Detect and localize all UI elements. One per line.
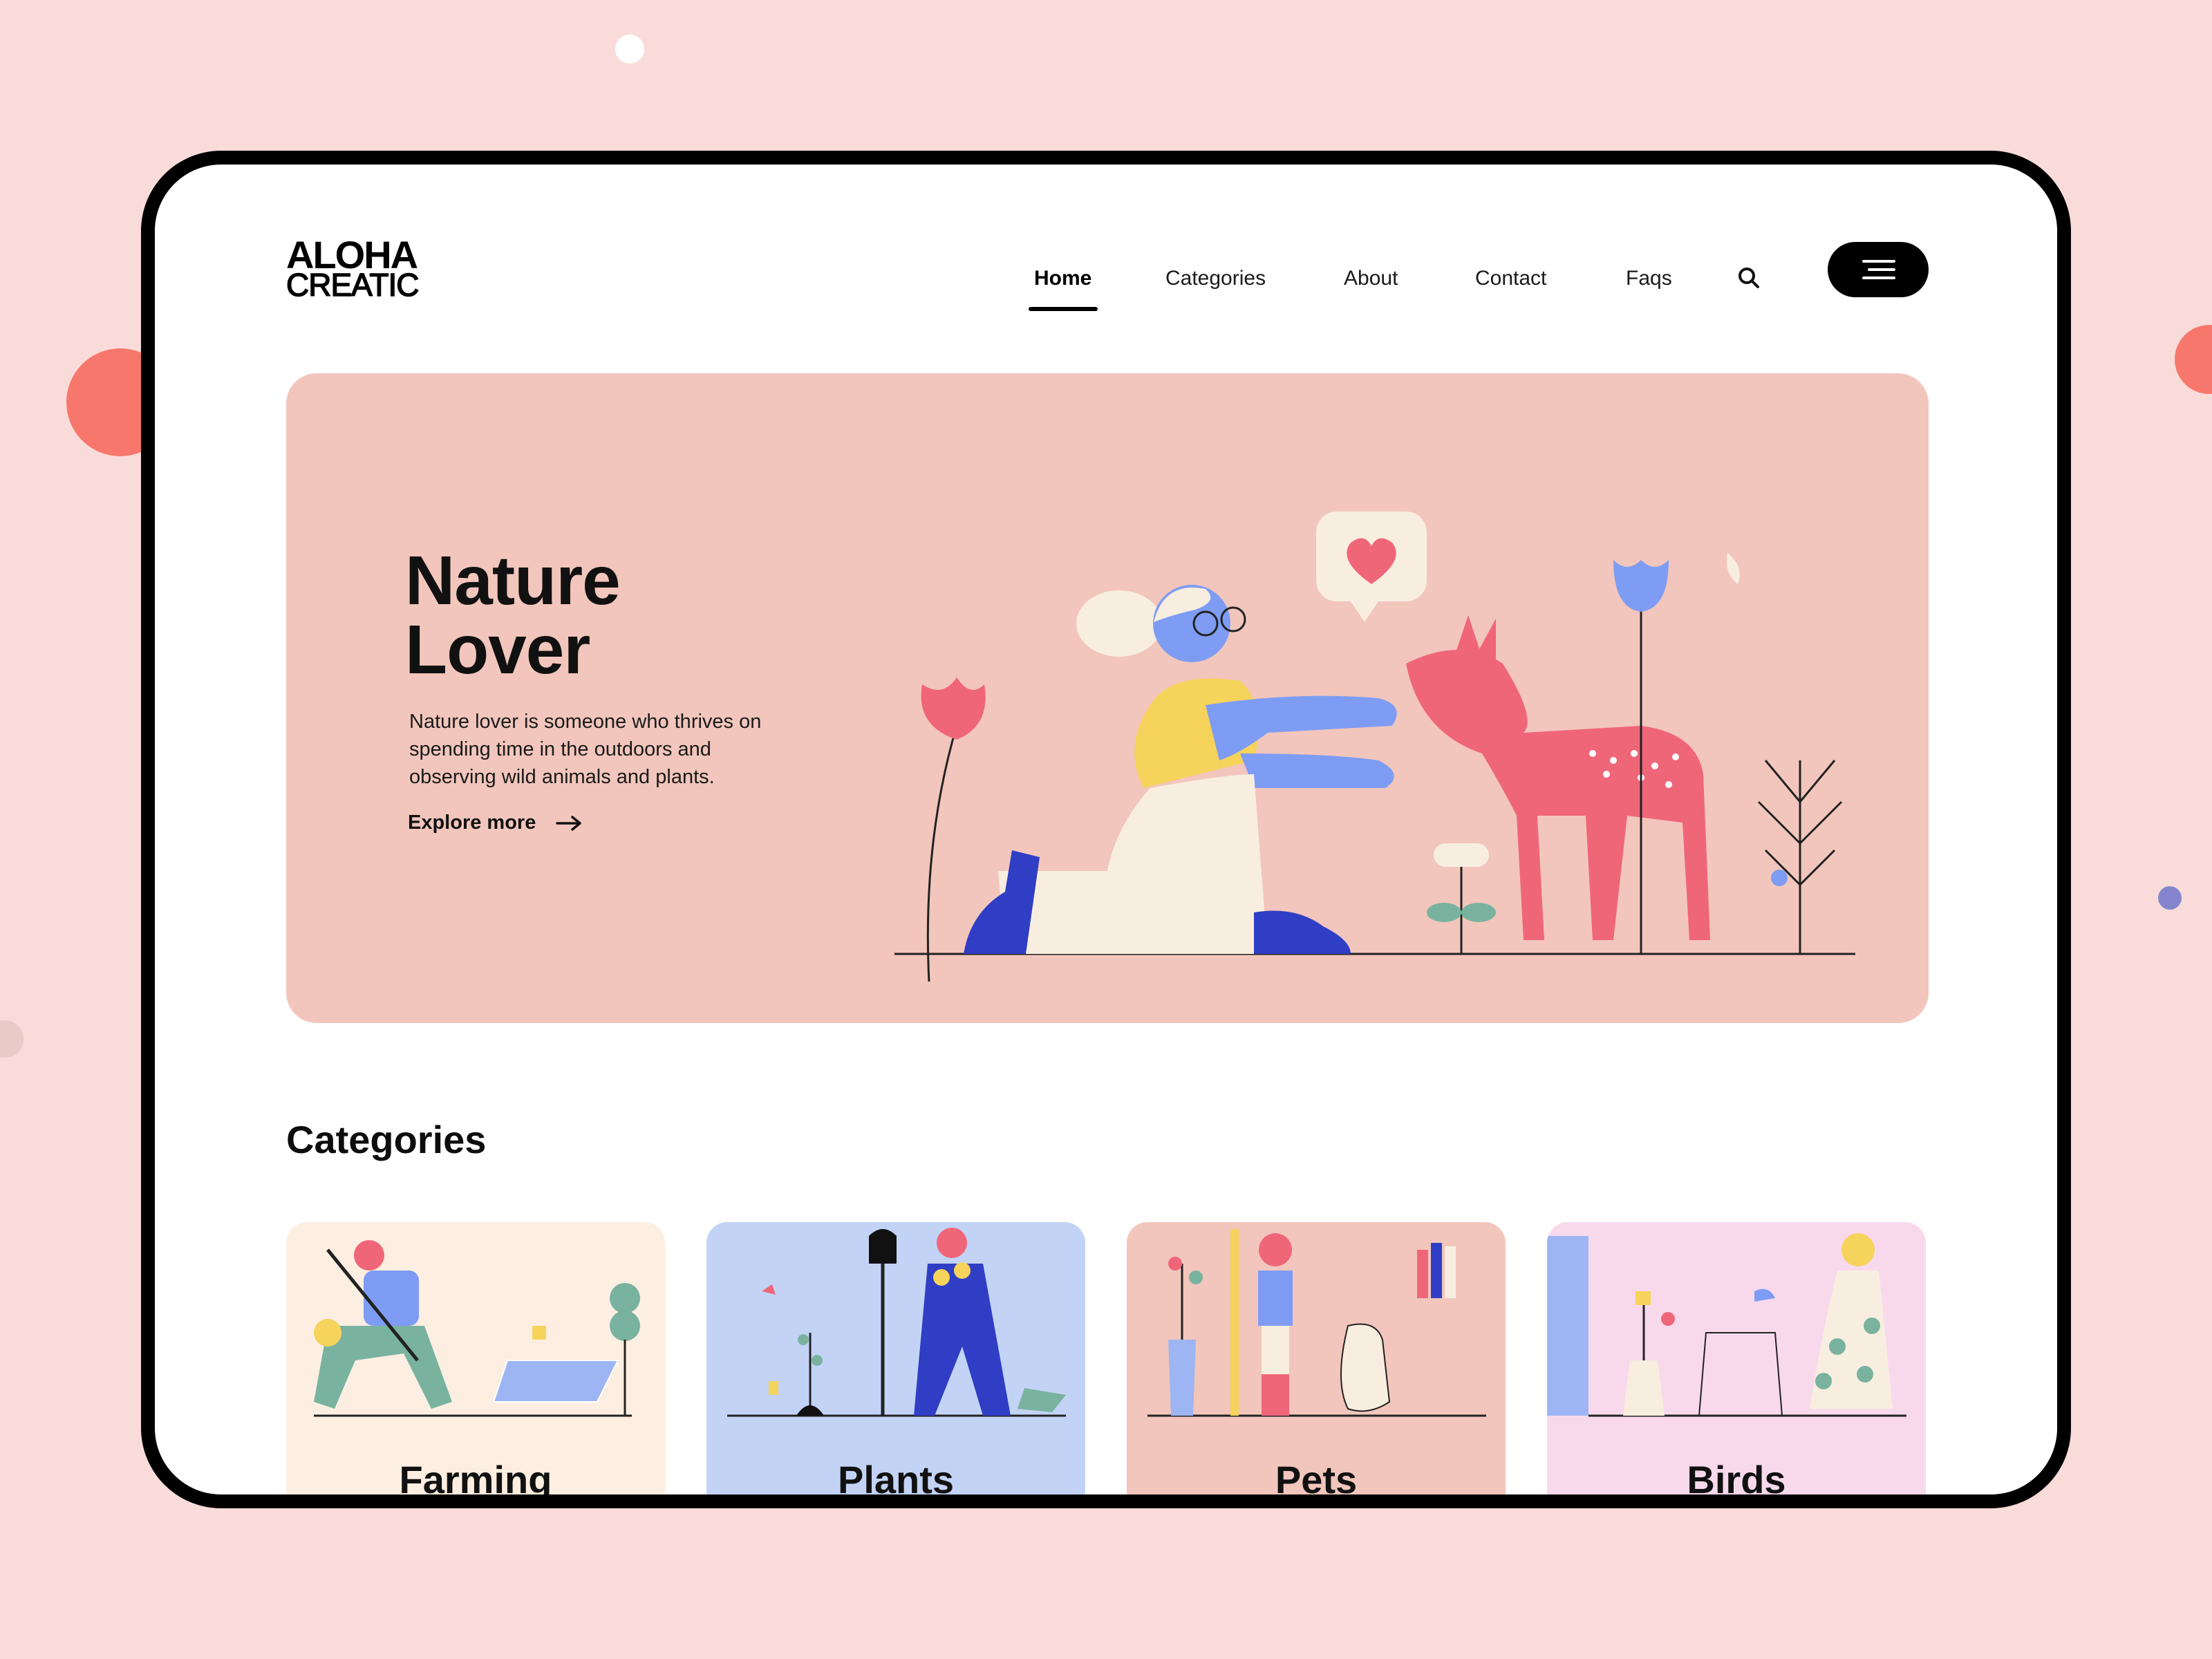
hero-title-line1: Nature (405, 542, 621, 619)
hero-banner: Nature Lover Nature lover is someone who… (286, 373, 1929, 1023)
explore-more-link[interactable]: Explore more (408, 812, 583, 834)
category-label: Pets (1275, 1458, 1358, 1494)
nav-item-home[interactable]: Home (1034, 267, 1091, 290)
hero-description: Nature lover is someone who thrives on s… (409, 711, 762, 788)
category-card-farming[interactable]: Farming (286, 1222, 665, 1494)
plants-illustration (727, 1228, 1066, 1417)
hero-title: Nature Lover (405, 546, 751, 684)
categories-heading: Categories (286, 1118, 487, 1161)
search-button[interactable] (1735, 264, 1763, 292)
nav-item-faqs[interactable]: Faqs (1626, 267, 1672, 290)
page: ALOHA CREATIC Home Categories About Cont… (0, 0, 2212, 1659)
arrow-right-icon (556, 815, 582, 831)
tulip-stem (926, 725, 958, 982)
nav-active-indicator (1029, 307, 1098, 311)
decor-dot (0, 1020, 24, 1058)
nature-lover-illustration (894, 512, 1855, 982)
category-card-pets[interactable]: Pets (1127, 1222, 1506, 1494)
search-icon (1738, 268, 1759, 288)
pets-illustration (1147, 1229, 1486, 1417)
decor-dot (2175, 325, 2212, 394)
butterfly (1727, 553, 1740, 584)
decor-dot (2158, 886, 2182, 910)
hair-bun (1076, 590, 1162, 657)
fern (1757, 760, 1843, 954)
menu-button[interactable] (1828, 242, 1929, 297)
nav-item-categories[interactable]: Categories (1165, 267, 1266, 290)
woman-arm (1206, 695, 1397, 760)
logo-line2: CREATIC (285, 267, 420, 303)
category-card-plants[interactable]: Plants (706, 1222, 1085, 1494)
woman-legs (1103, 774, 1268, 954)
category-label: Plants (837, 1458, 955, 1494)
hero-title-line2: Lover (405, 611, 590, 688)
hamburger-menu-icon (1862, 260, 1895, 279)
tablet-frame: ALOHA CREATIC Home Categories About Cont… (141, 151, 2071, 1508)
nav-item-about[interactable]: About (1344, 267, 1398, 290)
blue-flower (1613, 560, 1669, 612)
explore-more-label: Explore more (408, 812, 536, 834)
nav-item-contact[interactable]: Contact (1475, 267, 1546, 290)
blue-boot (1254, 910, 1351, 954)
birds-illustration (1547, 1233, 1906, 1417)
category-label: Farming (399, 1458, 552, 1494)
brand-logo[interactable]: ALOHA CREATIC (285, 236, 420, 303)
farming-illustration (314, 1240, 640, 1417)
category-card-birds[interactable]: Birds (1547, 1222, 1926, 1494)
deer (1406, 650, 1710, 940)
decor-dot (615, 35, 644, 64)
tulip-flower (921, 677, 986, 740)
website-screen: ALOHA CREATIC Home Categories About Cont… (155, 165, 2057, 1494)
category-label: Birds (1687, 1458, 1786, 1494)
